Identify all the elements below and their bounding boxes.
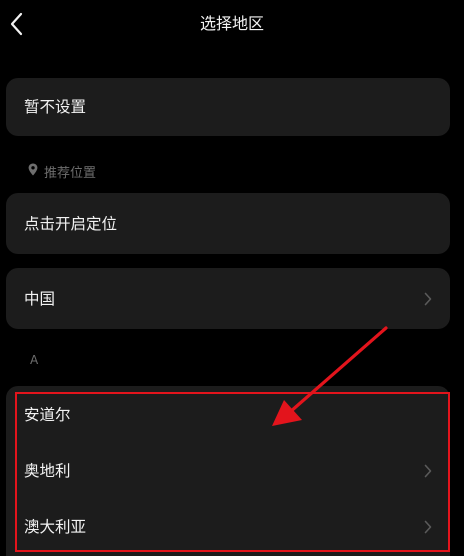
- no-setting-label: 暂不设置: [24, 98, 87, 116]
- region-item[interactable]: 澳大利亚: [6, 498, 450, 554]
- recommended-section-label: 推荐位置: [28, 163, 97, 183]
- region-item-current-label: 中国: [24, 290, 56, 308]
- region-item-label: 澳大利亚: [24, 518, 87, 536]
- no-setting-option[interactable]: 暂不设置: [6, 78, 450, 136]
- page-title: 选择地区: [199, 14, 264, 33]
- region-item[interactable]: 奥地利: [6, 442, 450, 498]
- region-item-label: 奥地利: [24, 462, 71, 480]
- enable-location-label: 点击开启定位: [24, 215, 118, 233]
- chevron-right-icon: [424, 520, 432, 534]
- index-letter-a: A: [30, 353, 39, 367]
- region-item[interactable]: 安道尔: [6, 386, 450, 442]
- enable-location-button[interactable]: 点击开启定位: [6, 193, 450, 254]
- header-bar: 选择地区: [0, 0, 464, 50]
- recommended-label-text: 推荐位置: [44, 166, 97, 181]
- region-item-label: 安道尔: [24, 406, 71, 424]
- region-list: 安道尔 奥地利 澳大利亚: [6, 386, 450, 556]
- chevron-right-icon: [424, 464, 432, 478]
- location-pin-icon: [28, 163, 38, 182]
- region-item-current[interactable]: 中国: [6, 268, 450, 329]
- chevron-right-icon: [424, 292, 432, 306]
